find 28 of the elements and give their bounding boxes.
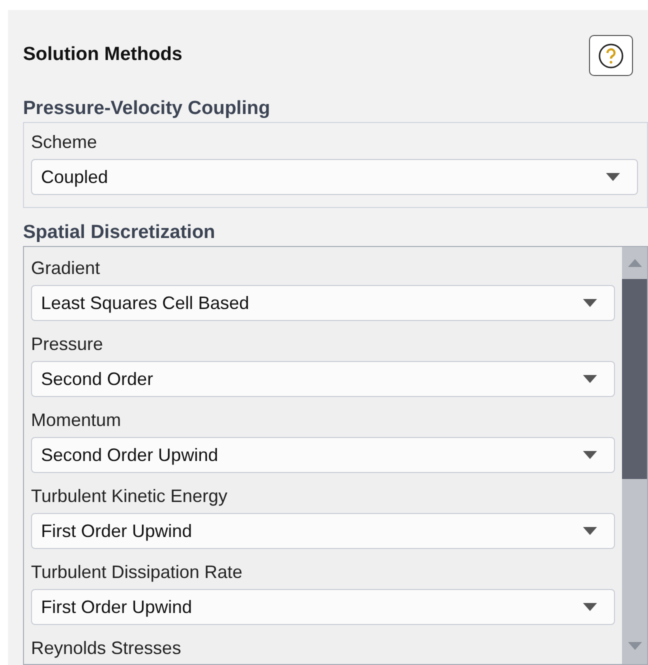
field-label: Momentum — [31, 409, 122, 431]
caret-icon — [583, 603, 597, 611]
field-label: Turbulent Kinetic Energy — [31, 485, 228, 507]
dropdown[interactable]: Least Squares Cell Based — [31, 285, 615, 321]
dropdown[interactable]: First Order Upwind — [31, 513, 615, 549]
field-label: Pressure — [31, 333, 104, 355]
field-label: Reynolds Stresses — [31, 637, 182, 659]
dropdown[interactable]: Second Order Upwind — [31, 437, 615, 473]
dropdown[interactable]: Coupled — [31, 159, 638, 195]
caret-icon — [583, 375, 597, 383]
field-label: Scheme — [31, 131, 98, 153]
scroll-up-icon[interactable] — [628, 259, 642, 267]
scrollbar-thumb[interactable] — [622, 279, 647, 479]
section-heading: Spatial Discretization — [23, 222, 216, 244]
help-button[interactable] — [589, 35, 633, 76]
dropdown[interactable]: Second Order — [31, 361, 615, 397]
scrollbar[interactable] — [622, 247, 647, 664]
panel-title: Solution Methods — [23, 43, 182, 68]
field-label: Gradient — [31, 257, 102, 279]
scroll-down-icon[interactable] — [628, 642, 642, 650]
question-icon — [598, 42, 624, 68]
dropdown[interactable]: First Order Upwind — [31, 589, 615, 625]
caret-icon — [583, 451, 597, 459]
caret-icon — [583, 299, 597, 307]
section-heading: Pressure-Velocity Coupling — [23, 98, 272, 120]
field-label: Turbulent Dissipation Rate — [31, 561, 244, 583]
caret-icon — [606, 173, 620, 181]
caret-icon — [583, 527, 597, 535]
